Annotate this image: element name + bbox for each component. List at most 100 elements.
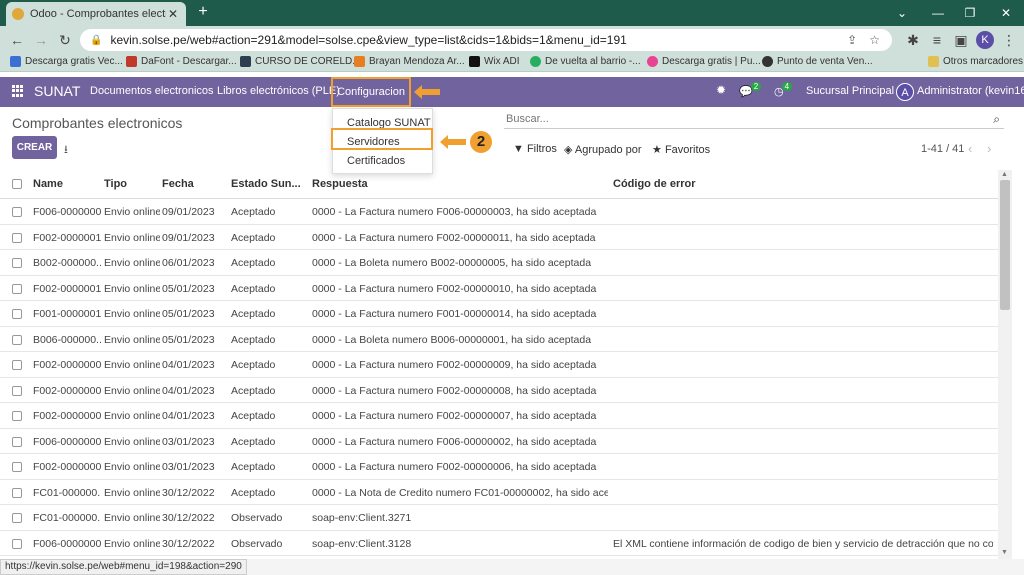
select-all-checkbox[interactable]: [12, 179, 22, 189]
table-row[interactable]: B002-000000... Envio online 06/01/2023 Acep…: [0, 250, 998, 276]
row-checkbox[interactable]: [12, 258, 22, 268]
favorites-button[interactable]: ★ Favoritos: [652, 143, 710, 156]
bookmark-item[interactable]: De vuelta al barrio -...: [530, 56, 641, 67]
filters-button[interactable]: ▼ Filtros: [513, 143, 557, 155]
table-cell: F002-00000011: [33, 231, 101, 244]
pager-next-icon[interactable]: ›: [987, 141, 991, 156]
row-checkbox[interactable]: [12, 385, 22, 396]
browser-tab[interactable]: Odoo - Comprobantes electronicos ✕: [6, 2, 186, 26]
table-row[interactable]: F002-00000009 Envio online 04/01/2023 Acept…: [0, 352, 998, 378]
debug-icon[interactable]: ✹: [716, 83, 726, 97]
bookmark-star-icon[interactable]: ☆: [869, 33, 880, 47]
table-row[interactable]: F006-00000003 Envio online 09/01/2023 Acept…: [0, 199, 998, 225]
table-row[interactable]: F006-00000002 Envio online 03/01/2023 Acept…: [0, 429, 998, 454]
vertical-scrollbar[interactable]: ▲ ▼: [998, 170, 1012, 559]
table-cell: Aceptado: [231, 257, 276, 269]
new-tab-icon[interactable]: +: [194, 3, 212, 21]
minimize-icon[interactable]: —: [920, 0, 956, 26]
side-panel-icon[interactable]: ▣: [952, 31, 970, 49]
table-row[interactable]: F001-00000014 Envio online 05/01/2023 Acept…: [0, 301, 998, 327]
reading-list-icon[interactable]: ≡: [928, 31, 946, 49]
table-cell: 0000 - La Boleta numero B002-00000005, h…: [312, 257, 592, 269]
app-brand[interactable]: SUNAT: [34, 83, 80, 99]
table-cell: 0000 - La Factura numero F002-00000010, …: [312, 282, 597, 295]
row-checkbox[interactable]: [12, 334, 22, 345]
row-checkbox[interactable]: [12, 411, 22, 421]
user-menu[interactable]: Administrator (kevin16): [917, 85, 1024, 97]
scrollbar-thumb[interactable]: [1000, 180, 1010, 310]
table-row[interactable]: F002-00000006 Envio online 03/01/2023 Acept…: [0, 454, 998, 480]
bookmark-item[interactable]: Descarga gratis Vec...: [10, 56, 123, 67]
group-by-button[interactable]: ◈ Agrupado por: [564, 143, 642, 156]
column-header-name[interactable]: Name: [33, 178, 63, 190]
column-header-respuesta[interactable]: Respuesta: [312, 178, 368, 190]
url-bar[interactable]: 🔒 kevin.solse.pe/web#action=291&model=so…: [80, 29, 892, 51]
close-window-icon[interactable]: ✕: [988, 0, 1024, 26]
bookmark-item[interactable]: Brayan Mendoza Ar...: [354, 56, 465, 67]
search-input[interactable]: [504, 109, 974, 125]
table-cell: 05/01/2023: [162, 282, 215, 295]
profile-avatar[interactable]: K: [976, 31, 994, 49]
scroll-down-icon[interactable]: ▼: [1001, 549, 1008, 556]
table-row[interactable]: F002-00000011 Envio online 09/01/2023 Acept…: [0, 225, 998, 250]
column-header-fecha[interactable]: Fecha: [162, 178, 194, 190]
row-checkbox[interactable]: [12, 538, 22, 549]
row-checkbox[interactable]: [12, 309, 22, 319]
extensions-icon[interactable]: ✱: [904, 31, 922, 49]
column-header-tipo[interactable]: Tipo: [104, 178, 127, 190]
bookmark-item[interactable]: Wix ADI: [469, 56, 520, 67]
download-icon[interactable]: ⭳: [64, 141, 68, 160]
table-row[interactable]: FC01-000000... Envio online 30/12/2022 Acep…: [0, 480, 998, 505]
row-checkbox[interactable]: [12, 513, 22, 523]
bookmark-favicon-icon: [647, 56, 658, 67]
row-checkbox[interactable]: [12, 462, 22, 472]
restore-icon[interactable]: ❐: [952, 0, 988, 26]
row-checkbox[interactable]: [12, 232, 22, 243]
lock-icon[interactable]: 🔒: [90, 35, 102, 46]
menu-libros-electronicos[interactable]: Libros electrónicos (PLE): [217, 85, 340, 97]
table-row[interactable]: F006-00000001 Envio online 30/12/2022 Obser…: [0, 531, 998, 556]
apps-menu-icon[interactable]: [12, 85, 24, 97]
forward-icon[interactable]: →: [32, 31, 50, 49]
company-switcher[interactable]: Sucursal Principal: [806, 85, 894, 97]
messages-icon[interactable]: 💬2: [739, 82, 763, 98]
dropdown-item-certificados[interactable]: Certificados: [347, 155, 405, 167]
column-header-codigo-error[interactable]: Código de error: [613, 178, 696, 190]
tab-search-icon[interactable]: ⌄: [884, 0, 920, 26]
back-icon[interactable]: ←: [8, 31, 26, 49]
bookmark-item[interactable]: DaFont - Descargar...: [126, 56, 237, 67]
table-row[interactable]: F002-00000010 Envio online 05/01/2023 Acept…: [0, 276, 998, 301]
column-header-estado[interactable]: Estado Sun...: [231, 178, 301, 190]
table-header: Name Tipo Fecha Estado Sun... Respuesta …: [0, 170, 998, 199]
bookmarks-bar: Descarga gratis Vec... DaFont - Descarga…: [0, 54, 1024, 72]
pager-value[interactable]: 1-41 / 41: [921, 143, 964, 155]
scroll-up-icon[interactable]: ▲: [1001, 171, 1008, 178]
reload-icon[interactable]: ↻: [56, 31, 74, 49]
pager-previous-icon[interactable]: ‹: [968, 141, 972, 156]
menu-kebab-icon[interactable]: ⋮: [1000, 31, 1018, 49]
menu-documentos-electronicos[interactable]: Documentos electronicos: [90, 85, 214, 97]
bookmark-item[interactable]: Punto de venta Ven...: [762, 56, 873, 67]
activities-icon[interactable]: ◷4: [774, 82, 794, 98]
table-row[interactable]: FC01-000000... Envio online 30/12/2022 Obse…: [0, 505, 998, 531]
create-button[interactable]: CREAR: [12, 136, 57, 159]
user-avatar[interactable]: A: [896, 83, 914, 101]
row-checkbox[interactable]: [12, 487, 22, 498]
menu-configuracion[interactable]: Configuracion: [331, 77, 411, 107]
table-row[interactable]: F002-00000008 Envio online 04/01/2023 Acept…: [0, 378, 998, 403]
row-checkbox[interactable]: [12, 207, 22, 217]
search-icon[interactable]: ⌕: [993, 112, 1000, 127]
close-tab-icon[interactable]: ✕: [166, 7, 180, 21]
row-checkbox[interactable]: [12, 283, 22, 294]
row-checkbox[interactable]: [12, 436, 22, 447]
bookmark-item[interactable]: Descarga gratis | Pu...: [647, 56, 761, 67]
table-row[interactable]: B006-000000... Envio online 05/01/2023 Acep…: [0, 327, 998, 352]
table-row[interactable]: F002-00000007 Envio online 04/01/2023 Acept…: [0, 403, 998, 429]
bookmark-item[interactable]: CURSO DE CORELD...: [240, 56, 361, 67]
other-bookmarks[interactable]: Otros marcadores: [928, 56, 1023, 67]
table-cell: 0000 - La Factura numero F006-00000002, …: [312, 435, 597, 448]
row-checkbox[interactable]: [12, 360, 22, 370]
share-icon[interactable]: ⇪: [847, 33, 857, 47]
menu-configuracion-label: Configuracion: [337, 86, 405, 98]
table-cell: B002-000000...: [33, 257, 101, 269]
